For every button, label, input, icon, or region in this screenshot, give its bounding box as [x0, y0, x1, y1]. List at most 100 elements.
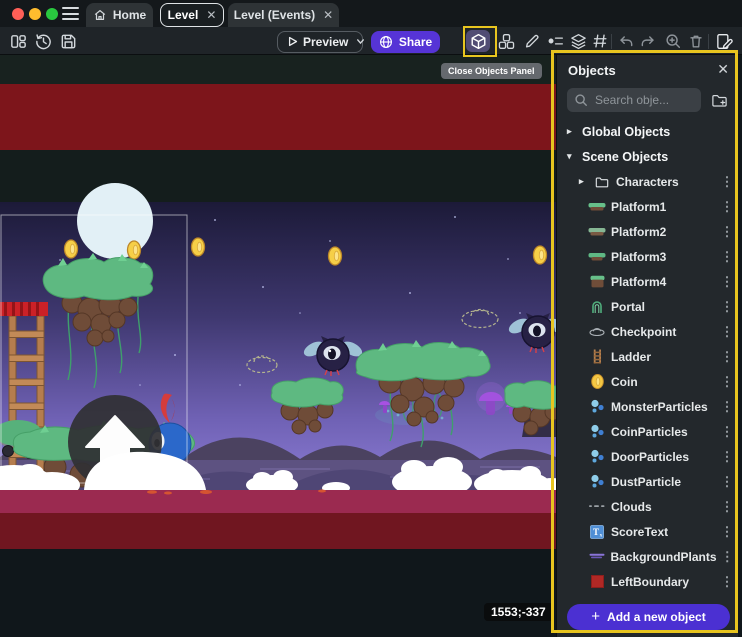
gdevelop-editor-window: Home Level ✕ Level (Events) ✕ Preview [0, 0, 742, 637]
object-row-portal[interactable]: Portal⋮ [557, 294, 738, 319]
row-menu-icon[interactable]: ⋮ [716, 449, 738, 465]
object-row-doorparticles[interactable]: DoorParticles⋮ [557, 444, 738, 469]
history-icon[interactable] [31, 30, 55, 52]
object-row-leftboundary[interactable]: LeftBoundary⋮ [557, 569, 738, 594]
scene-outside-bottom [0, 549, 556, 637]
folder-icon [592, 175, 612, 189]
trash-icon[interactable] [684, 30, 708, 52]
object-row-clouds[interactable]: Clouds⋮ [557, 494, 738, 519]
zoom-icon[interactable] [661, 30, 685, 52]
scene-properties-icon[interactable] [712, 30, 736, 52]
grid-icon[interactable] [588, 30, 612, 52]
object-row-platform1[interactable]: Platform1⋮ [557, 194, 738, 219]
row-menu-icon[interactable]: ⋮ [716, 224, 738, 240]
row-menu-icon[interactable]: ⋮ [716, 299, 738, 315]
object-row-platform4[interactable]: Platform4⋮ [557, 269, 738, 294]
undo-icon[interactable] [614, 30, 638, 52]
cursor-coordinates-badge: 1553;-337 [484, 603, 553, 621]
close-tab-icon[interactable]: ✕ [323, 8, 333, 22]
section-global-objects[interactable]: ▸Global Objects [557, 119, 738, 144]
play-icon [286, 35, 299, 48]
close-tab-icon[interactable]: ✕ [206, 8, 216, 22]
window-zoom-button[interactable] [46, 8, 58, 20]
objects-panel-toggle-icon[interactable] [466, 30, 490, 52]
particles-thumb [587, 399, 607, 414]
row-menu-icon[interactable]: ⋮ [716, 199, 738, 215]
platform3-thumb [587, 252, 607, 262]
tab-level-events[interactable]: Level (Events) ✕ [228, 3, 339, 27]
red-square-thumb [587, 575, 607, 588]
plus-icon: + [591, 608, 600, 625]
portal-thumb [587, 299, 607, 314]
tab-label: Level (Events) [234, 8, 315, 22]
window-minimize-button[interactable] [29, 8, 41, 20]
game-scene-canvas[interactable] [0, 55, 556, 637]
redo-icon[interactable] [636, 30, 660, 52]
object-row-ladder[interactable]: Ladder⋮ [557, 344, 738, 369]
coin-thumb [587, 374, 607, 389]
share-label: Share [399, 35, 432, 49]
dashes-thumb [587, 504, 607, 509]
add-folder-icon[interactable] [708, 89, 730, 111]
instances-list-icon[interactable] [544, 30, 568, 52]
object-row-checkpoint[interactable]: Checkpoint⋮ [557, 319, 738, 344]
row-menu-icon[interactable]: ⋮ [716, 499, 738, 515]
add-new-object-button[interactable]: + Add a new object [567, 604, 730, 630]
object-row-monsterparticles[interactable]: MonsterParticles⋮ [557, 394, 738, 419]
bottom-crimson-band[interactable] [0, 490, 556, 513]
object-row-scoretext[interactable]: TxScoreText⋮ [557, 519, 738, 544]
edit-pencil-icon[interactable] [520, 30, 544, 52]
tab-level[interactable]: Level ✕ [160, 3, 224, 27]
window-close-button[interactable] [12, 8, 24, 20]
disclosure-triangle-icon[interactable]: ▸ [567, 126, 575, 137]
platform4-thumb [587, 275, 607, 288]
row-menu-icon[interactable]: ⋮ [717, 549, 738, 565]
globe-icon [379, 35, 393, 49]
home-icon [93, 8, 107, 22]
toggle-panels-icon[interactable] [6, 30, 30, 52]
particles-thumb [587, 449, 607, 464]
menu-icon[interactable] [62, 7, 79, 20]
bottom-boundary-band[interactable] [0, 513, 556, 549]
object-row-coinparticles[interactable]: CoinParticles⋮ [557, 419, 738, 444]
section-scene-objects[interactable]: ▾Scene Objects [557, 144, 738, 169]
close-panel-icon[interactable]: ✕ [717, 61, 729, 78]
object-row-coin[interactable]: Coin⋮ [557, 369, 738, 394]
row-menu-icon[interactable]: ⋮ [716, 424, 738, 440]
row-menu-icon[interactable]: ⋮ [716, 174, 738, 190]
svg-text:T: T [593, 527, 599, 537]
share-button[interactable]: Share [371, 31, 440, 53]
search-icon [574, 93, 588, 107]
preview-button[interactable]: Preview [277, 31, 363, 53]
platform2-thumb [587, 227, 607, 237]
row-menu-icon[interactable]: ⋮ [716, 474, 738, 490]
row-menu-icon[interactable]: ⋮ [716, 349, 738, 365]
chevron-down-icon[interactable] [355, 36, 366, 47]
platform1-thumb [587, 202, 607, 212]
object-row-backgroundplants[interactable]: BackgroundPlants⋮ [557, 544, 738, 569]
disclosure-triangle-icon[interactable]: ▸ [579, 176, 587, 187]
row-menu-icon[interactable]: ⋮ [716, 249, 738, 265]
moon[interactable] [77, 183, 153, 259]
row-menu-icon[interactable]: ⋮ [716, 374, 738, 390]
particles-thumb [587, 424, 607, 439]
row-menu-icon[interactable]: ⋮ [716, 524, 738, 540]
object-row-characters[interactable]: ▸Characters⋮ [557, 169, 738, 194]
tab-home[interactable]: Home [86, 3, 153, 27]
layers-icon[interactable] [566, 30, 590, 52]
object-row-dustparticle[interactable]: DustParticle⋮ [557, 469, 738, 494]
preview-label: Preview [303, 35, 348, 49]
objects-list: ▸Global Objects▾Scene Objects▸Characters… [557, 119, 738, 594]
top-boundary-band[interactable] [0, 84, 556, 150]
row-menu-icon[interactable]: ⋮ [716, 274, 738, 290]
plants-thumb [587, 553, 607, 560]
objects-panel: Objects ✕ ▸Global Objects▾Scene Objects▸… [556, 55, 738, 637]
row-menu-icon[interactable]: ⋮ [716, 574, 738, 590]
object-groups-icon[interactable] [494, 30, 518, 52]
object-row-platform2[interactable]: Platform2⋮ [557, 219, 738, 244]
object-row-platform3[interactable]: Platform3⋮ [557, 244, 738, 269]
row-menu-icon[interactable]: ⋮ [716, 324, 738, 340]
row-menu-icon[interactable]: ⋮ [716, 399, 738, 415]
disclosure-triangle-icon[interactable]: ▾ [567, 151, 575, 162]
save-icon[interactable] [56, 30, 80, 52]
